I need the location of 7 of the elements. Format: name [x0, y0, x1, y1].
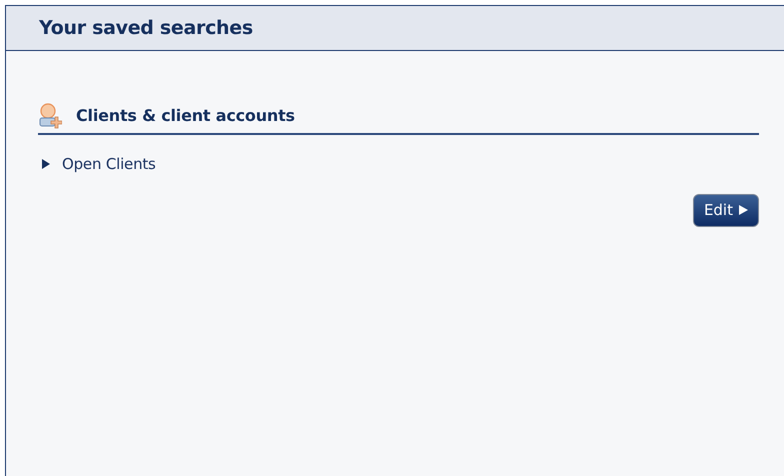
- saved-search-link[interactable]: Open Clients: [62, 153, 156, 176]
- triangle-icon: [739, 205, 748, 215]
- edit-button[interactable]: Edit: [692, 194, 759, 226]
- person-add-icon: [38, 103, 62, 129]
- panel-title: Your saved searches: [39, 16, 253, 40]
- triangle-icon: [42, 159, 50, 170]
- section-title: Clients & client accounts: [76, 105, 295, 127]
